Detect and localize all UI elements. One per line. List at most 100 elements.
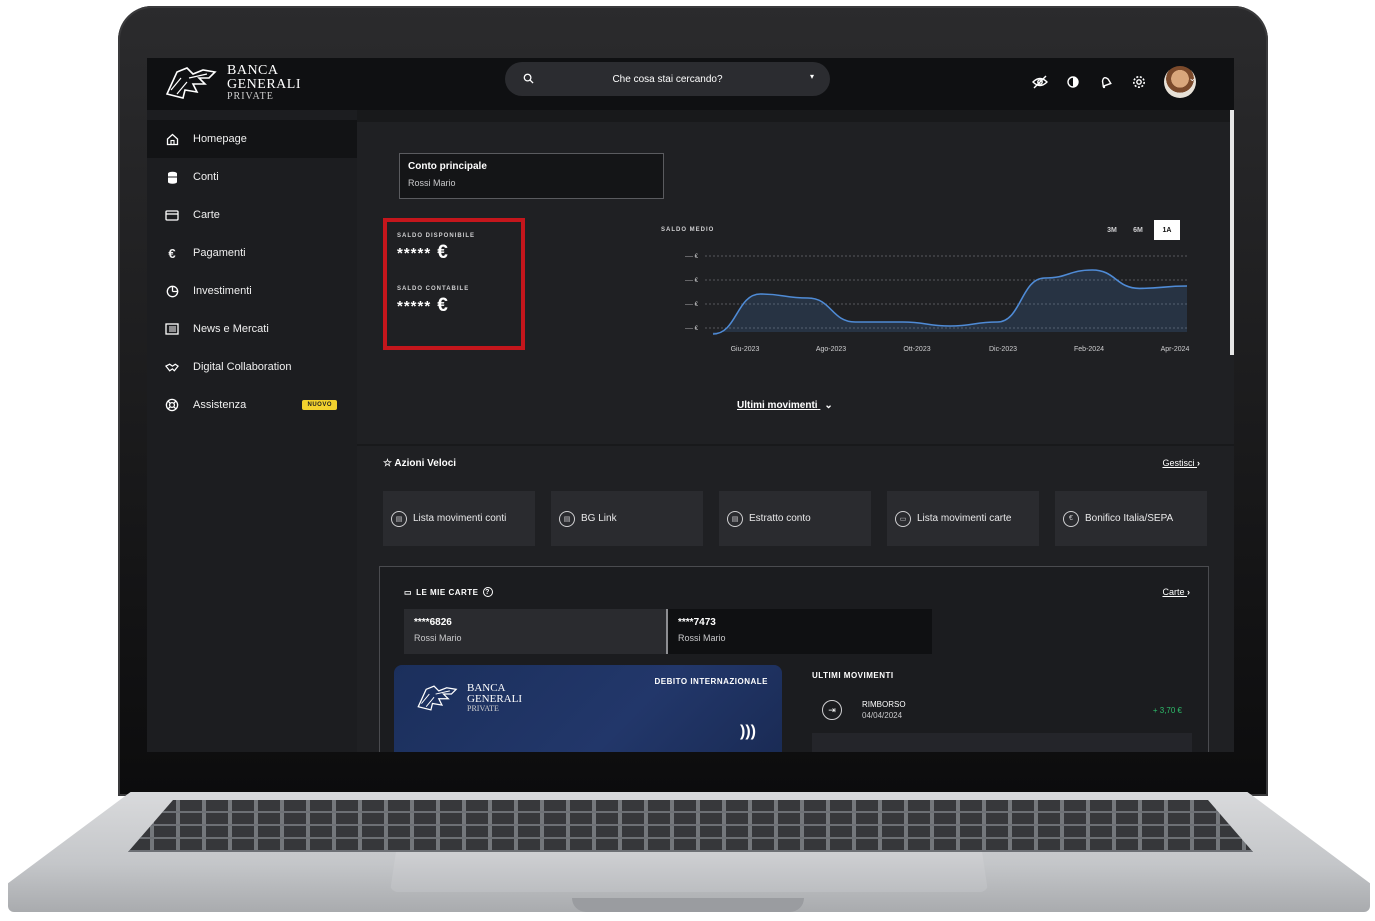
card-tab-6826[interactable]: ****6826 Rossi Mario (404, 609, 668, 654)
sidebar-item-investimenti[interactable]: Investimenti (147, 272, 357, 310)
card-brand-line-3: PRIVATE (467, 704, 499, 713)
sidebar-item-assistenza[interactable]: Assistenza NUOVO (147, 386, 357, 424)
quick-action-card[interactable]: ▤ Estratto conto (719, 491, 871, 546)
chevron-down-icon: ⌄ (824, 400, 833, 411)
currency-symbol: € (437, 295, 449, 316)
handshake-icon (165, 360, 179, 374)
euro-icon: € (1063, 510, 1079, 527)
account-selector[interactable]: Conto principale Rossi Mario (399, 153, 664, 199)
brand-logo[interactable]: BANCA GENERALI PRIVATE (163, 64, 301, 102)
top-icon-group (1032, 66, 1196, 98)
quick-action-card[interactable]: ▤ Lista movimenti conti (383, 491, 535, 546)
brand-line-1: BANCA (227, 63, 279, 78)
x-tick-label: Dic-2023 (989, 346, 1017, 353)
search-dropdown-icon[interactable]: ▾ (810, 72, 814, 81)
currency-symbol: € (437, 242, 449, 263)
main-top-strip (357, 110, 1234, 122)
chevron-right-icon: › (1187, 587, 1190, 597)
account-title: Conto principale (408, 161, 487, 172)
contactless-icon: ))) (740, 723, 756, 740)
sidebar-item-news-e-mercati[interactable]: News e Mercati (147, 310, 357, 348)
refund-icon: ⇥ (822, 700, 842, 720)
movement-row[interactable]: ⇥ RIMBORSO 04/04/2024 + 3,70 € (812, 691, 1192, 729)
sidebar-item-label: News e Mercati (193, 323, 269, 335)
sidebar-item-conti[interactable]: Conti (147, 158, 357, 196)
chart-title: SALDO MEDIO (661, 227, 715, 233)
card-brand-name: BANCA GENERALI PRIVATE (467, 683, 522, 713)
quick-action-label: Bonifico Italia/SEPA (1085, 513, 1174, 524)
balance-chart: ---- € ---- € ---- € ---- € Giu-2023 Ago-2023… (685, 254, 1190, 353)
x-tick-label: Giu-2023 (731, 346, 760, 353)
cards-link[interactable]: Carte › (1162, 587, 1190, 597)
cards-link-label: Carte (1162, 587, 1185, 597)
gear-icon[interactable] (1131, 74, 1147, 90)
sidebar-item-label: Conti (193, 171, 219, 183)
star-icon: ☆ (383, 458, 392, 469)
bank-card-image[interactable]: BANCA GENERALI PRIVATE DEBITO INTERNAZIO… (394, 665, 782, 752)
brand-line-2: GENERALI (227, 77, 301, 92)
sidebar-item-homepage[interactable]: Homepage (147, 120, 357, 158)
range-1a[interactable]: 1A (1154, 220, 1180, 240)
home-icon (165, 132, 179, 146)
new-badge: NUOVO (302, 400, 337, 410)
quick-action-card[interactable]: € Bonifico Italia/SEPA (1055, 491, 1207, 546)
quick-actions-row: ▤ Lista movimenti conti ▤ BG Link ▤ Estr… (383, 491, 1207, 546)
chart-range-tabs: 3M 6M 1A (1102, 220, 1180, 240)
accounting-balance-label: SALDO CONTABILE (397, 286, 470, 292)
main-content: Conto principale Rossi Mario SALDO DISPO… (357, 110, 1234, 752)
range-3m[interactable]: 3M (1102, 220, 1122, 240)
quick-actions-title: ☆ Azioni Veloci (383, 458, 456, 469)
card-tabs: ****6826 Rossi Mario ****7473 Rossi Mari… (404, 609, 932, 654)
sidebar-item-label: Investimenti (193, 285, 252, 297)
sidebar-item-label: Digital Collaboration (193, 361, 292, 373)
x-tick-label: Ott-2023 (903, 346, 930, 353)
card-brand-logo: BANCA GENERALI PRIVATE (414, 683, 522, 713)
quick-actions-label: Azioni Veloci (394, 458, 457, 469)
my-cards-panel: ▭ LE MIE CARTE ? Carte › ****6826 Rossi … (379, 566, 1209, 752)
database-icon (165, 170, 179, 184)
movement-amount: + 3,70 € (1152, 705, 1182, 715)
link-icon: ▤ (559, 510, 575, 527)
balances-highlight: SALDO DISPONIBILE ***** € SALDO CONTABIL… (383, 218, 525, 350)
card-icon: ▭ (404, 587, 413, 597)
last-movements-label: Ultimi movimenti (737, 400, 818, 411)
my-cards-label: LE MIE CARTE (416, 587, 479, 597)
available-balance-label: SALDO DISPONIBILE (397, 233, 476, 239)
sidebar-item-digital-collaboration[interactable]: Digital Collaboration (147, 348, 357, 386)
movement-text: RIMBORSO 04/04/2024 (862, 700, 906, 720)
contrast-icon[interactable] (1065, 74, 1081, 90)
quick-action-label: Estratto conto (749, 513, 811, 524)
help-icon[interactable]: ? (482, 587, 493, 597)
quick-action-card[interactable]: ▭ Lista movimenti carte (887, 491, 1039, 546)
card-icon: ▭ (895, 510, 911, 527)
card-number: ****7473 (678, 617, 716, 628)
search-input[interactable]: Che cosa stai cercando? ▾ (505, 62, 830, 96)
manage-link[interactable]: Gestisci › (1162, 458, 1200, 468)
eye-slash-icon[interactable] (1032, 74, 1048, 90)
document-icon: ▤ (727, 510, 743, 527)
available-balance-value: ***** € (397, 242, 511, 264)
sidebar-item-label: Pagamenti (193, 247, 246, 259)
bell-icon[interactable] (1098, 74, 1114, 90)
balance-spacer (397, 264, 511, 286)
available-balance-masked: ***** (397, 244, 432, 262)
search-placeholder: Che cosa stai cercando? (612, 73, 723, 85)
sidebar-item-pagamenti[interactable]: € Pagamenti (147, 234, 357, 272)
quick-action-card[interactable]: ▤ BG Link (551, 491, 703, 546)
y-tick-label: ---- € (685, 278, 699, 284)
movement-row-partial[interactable] (812, 733, 1192, 752)
manage-label: Gestisci (1162, 458, 1195, 468)
card-tab-7473[interactable]: ****7473 Rossi Mario (668, 609, 932, 654)
x-tick-label: Feb-2024 (1074, 346, 1104, 353)
last-movements-link[interactable]: Ultimi movimenti ⌄ (737, 400, 833, 411)
card-owner: Rossi Mario (678, 633, 726, 643)
y-tick-label: ---- € (685, 326, 699, 332)
lion-logo-icon (417, 685, 458, 711)
range-6m[interactable]: 6M (1128, 220, 1148, 240)
scrollbar[interactable] (1230, 110, 1234, 355)
chevron-down-icon[interactable]: ⌄ (1188, 73, 1196, 84)
pie-icon (165, 284, 179, 298)
y-tick-label: ---- € (685, 302, 699, 308)
sidebar-item-label: Assistenza (193, 399, 247, 411)
sidebar-item-carte[interactable]: Carte (147, 196, 357, 234)
